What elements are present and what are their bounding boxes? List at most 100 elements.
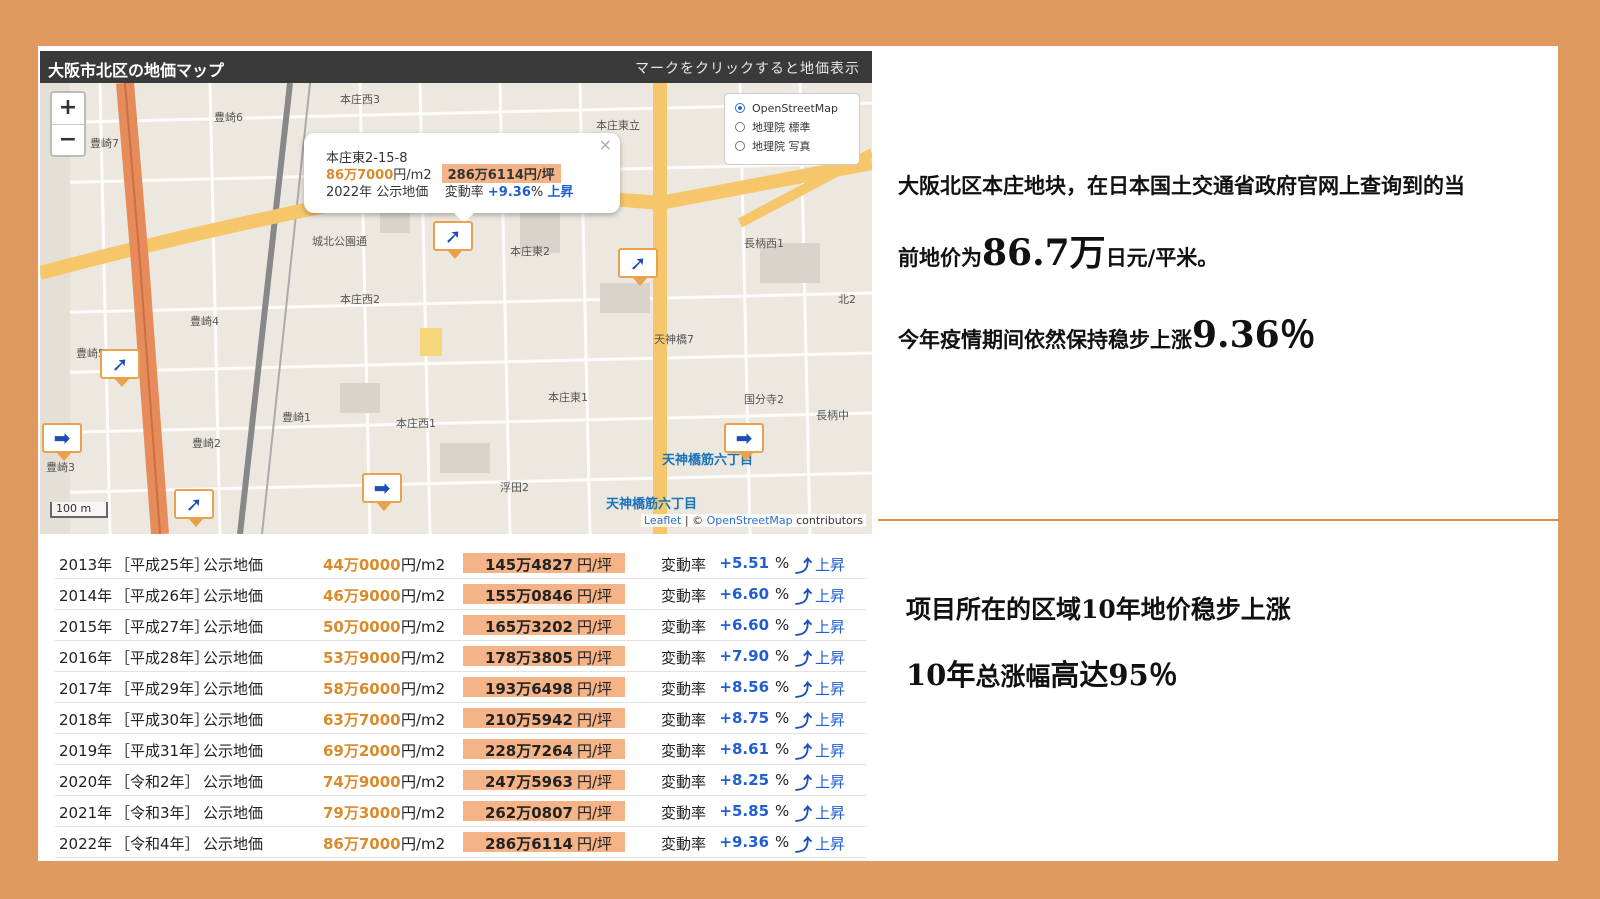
up-arrow-icon: ⤴ — [795, 619, 812, 639]
street-label: 長柄西1 — [744, 237, 784, 250]
row-price: 69万2000 — [323, 742, 401, 760]
row-tsubo-unit: 円/坪 — [577, 680, 613, 698]
price-marker-up-right-arrow-icon[interactable]: ➚ — [174, 489, 214, 527]
row-change-rate: +6.60 — [719, 585, 769, 603]
row-tsubo-unit: 円/坪 — [577, 773, 613, 791]
map-header: 大阪市北区の地価マップ マークをクリックすると地価表示 — [40, 51, 872, 83]
row-change-dir: 上昇 — [815, 742, 846, 760]
station-label: 天神橋筋六丁目 — [606, 497, 698, 512]
text-line-2: 前地价为86.7万日元/平米。 — [898, 232, 1219, 274]
table-row: 2022年 ［令和4年］ 公示地価 86万7000 円/m2 286万6114 円/坪 変動率… — [55, 827, 867, 858]
price-marker-up-right-arrow-icon[interactable]: ➚ — [433, 221, 473, 259]
row-change-dir: 上昇 — [815, 556, 846, 574]
row-change-dir: 上昇 — [815, 711, 846, 729]
table-row: 2017年 ［平成29年］ 公示地価 58万6000 円/m2 193万6498 円/坪 変動… — [55, 672, 867, 703]
row-era: ［平成27年］ — [115, 618, 210, 636]
street-label: 豊崎4 — [190, 315, 219, 328]
zoom-in-button[interactable]: + — [52, 93, 84, 125]
street-label: 本庄東立 — [596, 119, 640, 132]
row-unit: 円/m2 — [401, 742, 446, 760]
layer-option-gsi-photo[interactable]: 地理院 写真 — [735, 138, 811, 154]
up-arrow-icon: ⤴ — [795, 681, 812, 701]
radio-icon[interactable] — [735, 122, 745, 132]
up-arrow-icon: ⤴ — [795, 774, 812, 794]
row-unit: 円/m2 — [401, 804, 446, 822]
row-change-pct: % — [775, 833, 790, 851]
row-type: 公示地価 — [203, 587, 264, 605]
row-change-pct: % — [775, 709, 790, 727]
row-unit: 円/m2 — [401, 711, 446, 729]
row-tsubo-price: 210万5942 — [484, 711, 573, 729]
row-tsubo-unit: 円/坪 — [577, 649, 613, 667]
price-marker-up-right-arrow-icon[interactable]: ➚ — [100, 349, 140, 387]
street-label: 長柄中 — [816, 409, 849, 422]
row-price: 53万9000 — [323, 649, 401, 667]
row-era: ［令和2年］ — [115, 773, 200, 791]
row-change-rate: +7.90 — [719, 647, 769, 665]
row-change-dir: 上昇 — [815, 804, 846, 822]
row-unit: 円/m2 — [401, 556, 446, 574]
street-label: 本庄西2 — [340, 293, 380, 306]
row-year: 2022年 — [59, 835, 113, 853]
row-unit: 円/m2 — [401, 680, 446, 698]
layer-option-gsi-standard[interactable]: 地理院 標準 — [735, 119, 811, 135]
row-tsubo-price: 165万3202 — [484, 618, 573, 636]
row-tsubo-price: 155万0846 — [484, 587, 573, 605]
map-canvas[interactable]: 本庄西3 豊崎6 豊崎7 本庄東立 本庄東2 本庄西2 城北公園通 豊崎4 豊崎… — [40, 83, 872, 534]
row-change-label: 変動率 — [661, 649, 707, 667]
osm-link[interactable]: OpenStreetMap — [707, 514, 793, 527]
row-change-dir: 上昇 — [815, 773, 846, 791]
row-tsubo-price: 193万6498 — [484, 680, 573, 698]
section-divider — [878, 519, 1558, 521]
street-label: 豊崎7 — [90, 137, 119, 150]
row-era: ［令和3年］ — [115, 804, 200, 822]
price-marker-right-arrow-icon[interactable]: ➡ — [362, 473, 402, 511]
street-label: 本庄東2 — [510, 245, 550, 258]
table-row: 2020年 ［令和2年］ 公示地価 74万9000 円/m2 247万5963 円/坪 変動率… — [55, 765, 867, 796]
row-unit: 円/m2 — [401, 618, 446, 636]
street-label: 豊崎1 — [282, 411, 311, 424]
row-unit: 円/m2 — [401, 587, 446, 605]
price-history-table: 2013年 ［平成25年］ 公示地価 44万0000 円/m2 145万4827 円/坪 変動… — [55, 548, 867, 858]
row-type: 公示地価 — [203, 773, 264, 791]
row-tsubo-unit: 円/坪 — [577, 835, 613, 853]
price-marker-right-arrow-icon[interactable]: ➡ — [42, 423, 82, 461]
price-marker-up-right-arrow-icon[interactable]: ➚ — [618, 248, 658, 286]
street-label: 天神橋7 — [654, 333, 694, 346]
price-marker-right-arrow-icon[interactable]: ➡ — [724, 423, 764, 461]
row-price: 46万9000 — [323, 587, 401, 605]
row-type: 公示地価 — [203, 835, 264, 853]
popup-close-icon[interactable]: × — [599, 135, 612, 154]
row-year: 2019年 — [59, 742, 113, 760]
row-era: ［令和4年］ — [115, 835, 200, 853]
text-line-5: 10年总涨幅高达95％ — [906, 658, 1178, 692]
row-change-pct: % — [775, 802, 790, 820]
row-change-label: 変動率 — [661, 742, 707, 760]
row-change-pct: % — [775, 740, 790, 758]
up-arrow-icon: ⤴ — [795, 712, 812, 732]
radio-selected-icon[interactable] — [735, 103, 745, 113]
street-label: 豊崎6 — [214, 111, 243, 124]
leaflet-link[interactable]: Leaflet — [644, 514, 681, 527]
row-type: 公示地価 — [203, 742, 264, 760]
up-arrow-icon: ⤴ — [795, 836, 812, 856]
radio-icon[interactable] — [735, 141, 745, 151]
row-change-dir: 上昇 — [815, 835, 846, 853]
street-label: 国分寺2 — [744, 393, 784, 406]
row-change-pct: % — [775, 616, 790, 634]
row-change-dir: 上昇 — [815, 587, 846, 605]
row-price: 44万0000 — [323, 556, 401, 574]
layer-switcher: OpenStreetMap 地理院 標準 地理院 写真 — [724, 93, 860, 165]
row-tsubo-price: 145万4827 — [484, 556, 573, 574]
layer-option-osm[interactable]: OpenStreetMap — [735, 100, 838, 116]
zoom-out-button[interactable]: − — [52, 125, 84, 156]
street-label: 本庄東1 — [548, 391, 588, 404]
street-label: 豊崎3 — [46, 461, 75, 474]
row-tsubo-price: 228万7264 — [484, 742, 573, 760]
row-tsubo-price: 247万5963 — [484, 773, 573, 791]
row-era: ［平成31年］ — [115, 742, 210, 760]
row-year: 2013年 — [59, 556, 113, 574]
row-change-rate: +8.75 — [719, 709, 769, 727]
row-type: 公示地価 — [203, 556, 264, 574]
price-popup: × 本庄東2-15-8 86万7000 円/m2 286万6114円/坪 202… — [304, 133, 620, 223]
